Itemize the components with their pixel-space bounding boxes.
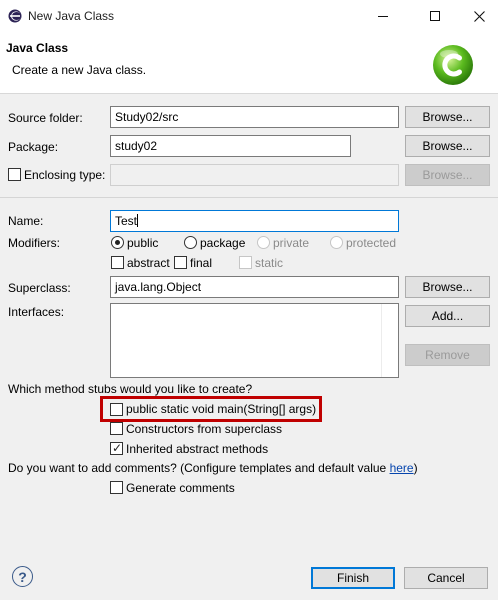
generate-comments-label: Generate comments xyxy=(126,481,235,495)
interfaces-list[interactable] xyxy=(110,303,399,378)
enclosing-type-checkbox[interactable] xyxy=(8,168,21,181)
cancel-button[interactable]: Cancel xyxy=(404,567,488,589)
modifier-protected-radio xyxy=(330,236,343,249)
modifier-abstract-label: abstract xyxy=(127,256,170,270)
modifiers-label: Modifiers: xyxy=(8,236,61,250)
source-folder-field[interactable]: Study02/src xyxy=(110,106,399,128)
modifier-public-radio[interactable] xyxy=(111,236,124,249)
name-field-value: Test xyxy=(115,214,138,228)
configure-templates-link[interactable]: here xyxy=(390,461,414,475)
enclosing-type-label: Enclosing type: xyxy=(24,168,106,182)
modifier-static-label: static xyxy=(255,256,284,270)
source-folder-label: Source folder: xyxy=(8,111,83,125)
comments-question: Do you want to add comments? (Configure … xyxy=(8,461,418,475)
stub-main-checkbox[interactable] xyxy=(110,403,123,416)
wizard-description: Create a new Java class. xyxy=(12,63,147,77)
close-button[interactable] xyxy=(456,0,498,32)
minimize-icon xyxy=(378,15,388,17)
modifier-static-checkbox xyxy=(239,256,252,269)
wizard-title: Java Class xyxy=(6,41,69,55)
modifier-protected-label: protected xyxy=(346,236,397,250)
finish-button[interactable]: Finish xyxy=(311,567,395,589)
method-stubs-question: Which method stubs would you like to cre… xyxy=(8,382,253,396)
interfaces-add-button[interactable]: Add... xyxy=(405,305,490,327)
modifier-package-label: package xyxy=(200,236,246,250)
modifier-public-label: public xyxy=(127,236,159,250)
generate-comments-checkbox[interactable] xyxy=(110,481,123,494)
stub-main-label: public static void main(String[] args) xyxy=(126,402,317,416)
text-caret xyxy=(137,214,139,227)
enclosing-type-field xyxy=(110,164,399,186)
name-label: Name: xyxy=(8,214,44,228)
maximize-icon xyxy=(430,11,440,21)
separator xyxy=(0,197,498,198)
package-label: Package: xyxy=(8,140,59,154)
stub-constructors-label: Constructors from superclass xyxy=(126,422,283,436)
package-browse-button[interactable]: Browse... xyxy=(405,135,490,157)
modifier-final-label: final xyxy=(190,256,213,270)
eclipse-app-icon xyxy=(8,9,22,23)
modifier-private-radio xyxy=(257,236,270,249)
modifier-private-label: private xyxy=(273,236,310,250)
package-field[interactable]: study02 xyxy=(110,135,351,157)
modifier-package-radio[interactable] xyxy=(184,236,197,249)
modifier-abstract-checkbox[interactable] xyxy=(111,256,124,269)
name-field[interactable]: Test xyxy=(110,210,399,232)
minimize-button[interactable] xyxy=(360,0,406,32)
interfaces-label: Interfaces: xyxy=(8,305,65,319)
stub-inherited-checkbox[interactable]: ✓ xyxy=(110,441,123,455)
window-title: New Java Class xyxy=(28,9,115,23)
maximize-button[interactable] xyxy=(412,0,458,32)
source-folder-browse-button[interactable]: Browse... xyxy=(405,106,490,128)
help-icon[interactable]: ? xyxy=(12,566,33,587)
checkmark-icon: ✓ xyxy=(112,441,123,455)
superclass-field[interactable]: java.lang.Object xyxy=(110,276,399,298)
radio-selected-dot xyxy=(115,240,120,245)
help-glyph: ? xyxy=(18,568,27,585)
stub-constructors-checkbox[interactable] xyxy=(110,422,123,435)
modifier-final-checkbox[interactable] xyxy=(174,256,187,269)
interfaces-list-scrollbar[interactable] xyxy=(381,304,398,377)
enclosing-type-browse-button: Browse... xyxy=(405,164,490,186)
interfaces-remove-button: Remove xyxy=(405,344,490,366)
comments-question-suffix: ) xyxy=(413,461,418,475)
new-class-wizard-icon xyxy=(432,44,474,86)
close-icon xyxy=(473,10,485,22)
superclass-browse-button[interactable]: Browse... xyxy=(405,276,490,298)
stub-inherited-label: Inherited abstract methods xyxy=(126,442,269,456)
superclass-label: Superclass: xyxy=(8,281,71,295)
comments-question-text: Do you want to add comments? (Configure … xyxy=(8,461,390,475)
